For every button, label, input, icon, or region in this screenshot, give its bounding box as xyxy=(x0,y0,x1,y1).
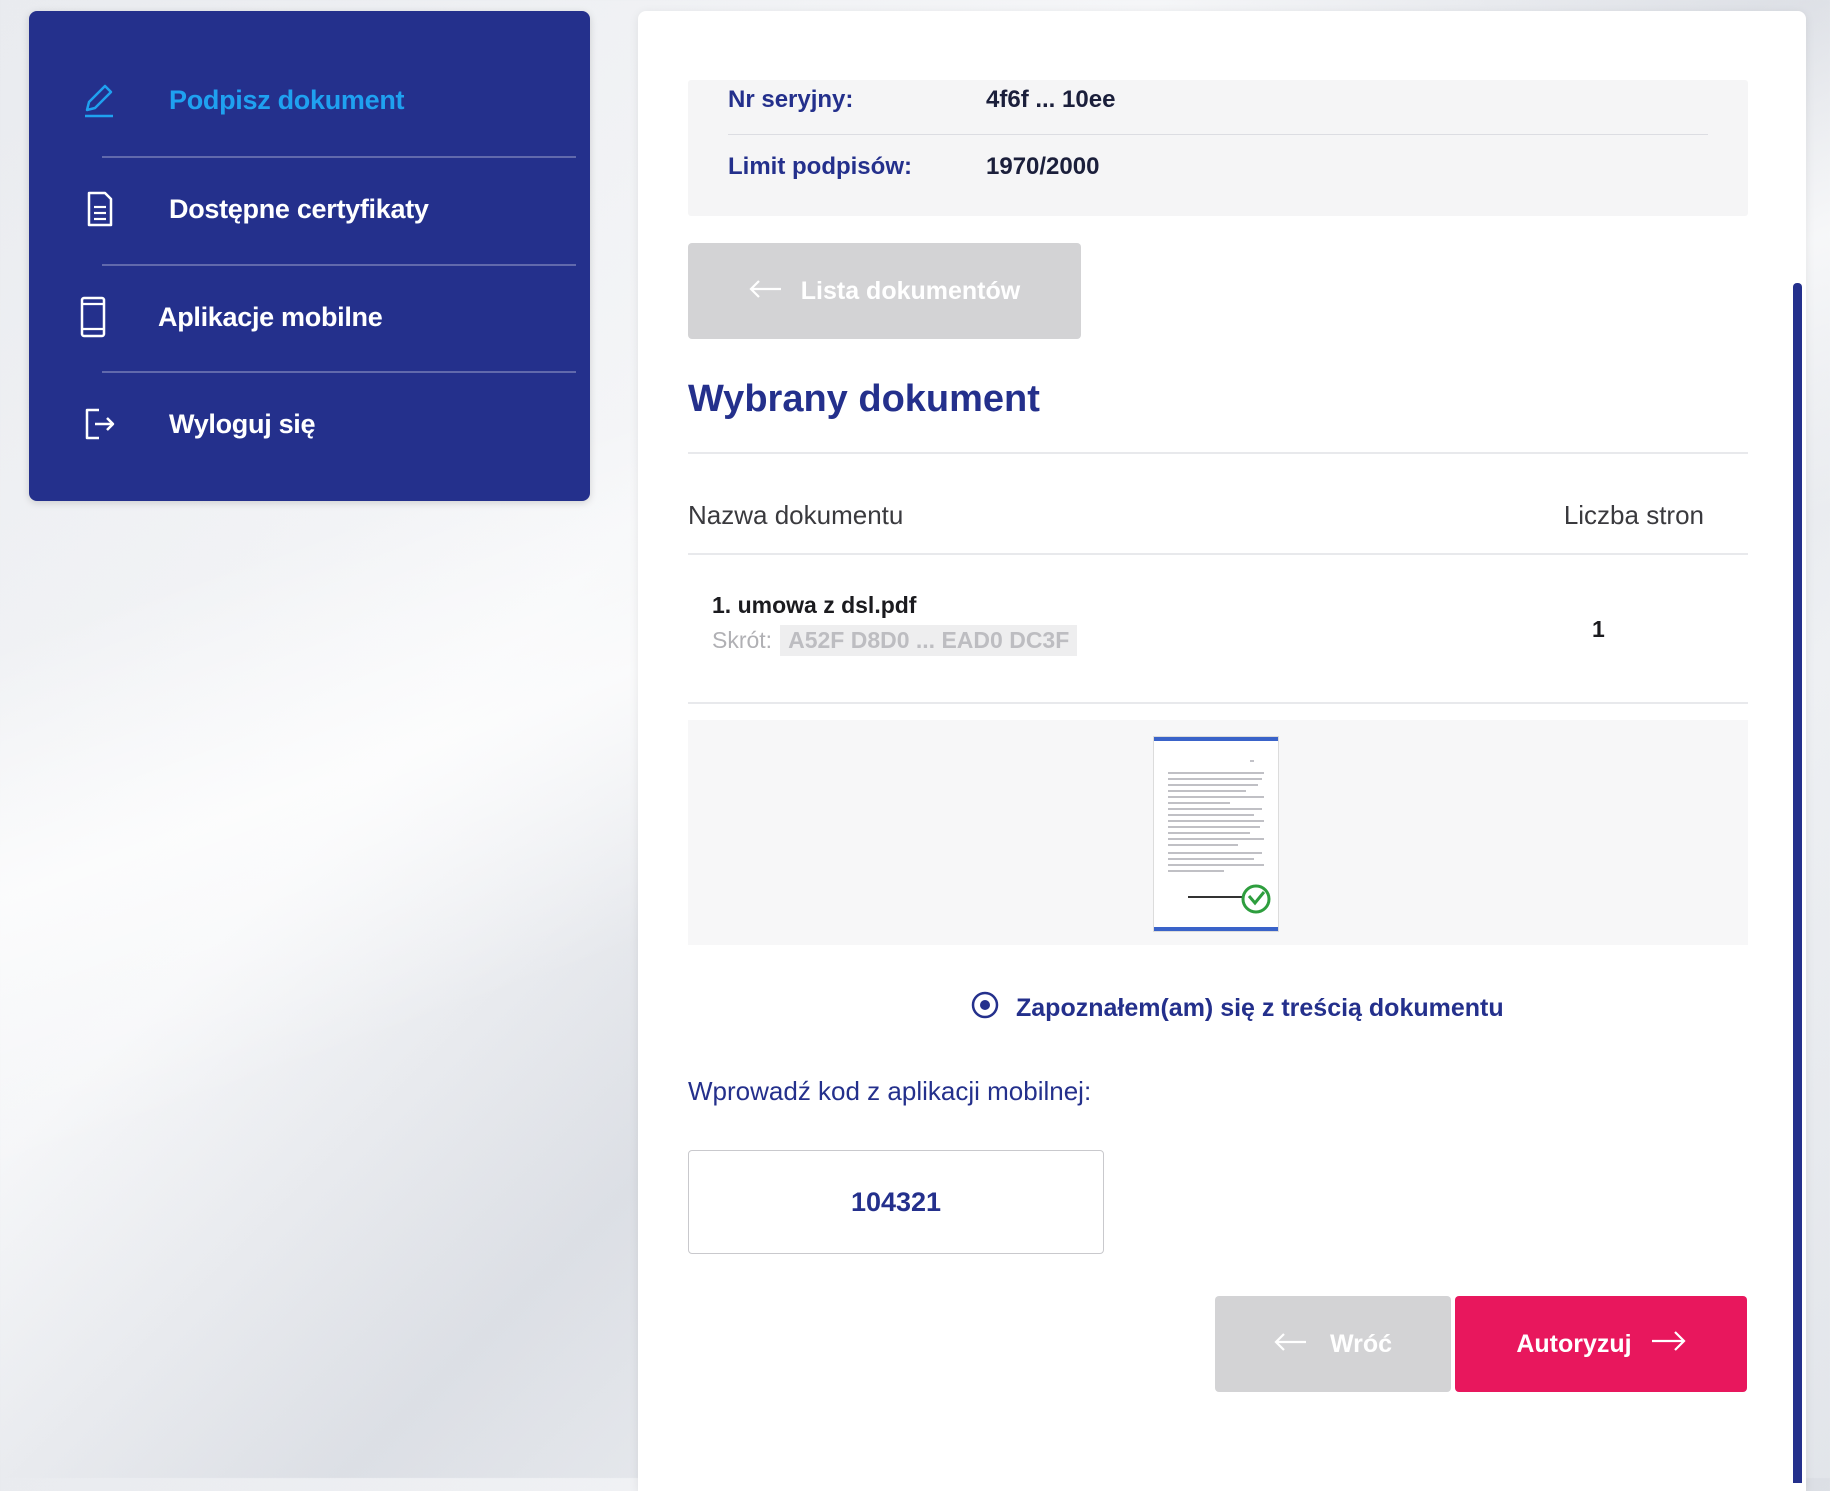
acknowledge-checkbox[interactable]: Zapoznałem(am) się z treścią dokumentu xyxy=(970,990,1504,1027)
sidebar-item-label: Wyloguj się xyxy=(169,408,316,439)
authorize-button[interactable]: Autoryzuj xyxy=(1455,1296,1747,1392)
column-header-pages: Liczba stron xyxy=(1563,500,1704,530)
sidebar-item-certificates[interactable]: Dostępne certyfikaty xyxy=(74,156,576,262)
signed-check-icon xyxy=(1241,884,1271,914)
acknowledge-label: Zapoznałem(am) się z treścią dokumentu xyxy=(1016,994,1504,1022)
sidebar-item-label: Dostępne certyfikaty xyxy=(169,193,429,224)
serial-number-value: 4f6f ... 10ee xyxy=(986,86,1116,113)
back-button[interactable]: Wróć xyxy=(1215,1296,1451,1392)
certificate-info: Nr seryjny: 4f6f ... 10ee Limit podpisów… xyxy=(688,80,1748,216)
serial-number-row: Nr seryjny: 4f6f ... 10ee xyxy=(728,86,1115,114)
signature-limit-row: Limit podpisów: 1970/2000 xyxy=(728,153,1099,181)
sidebar: Podpisz dokument Dostępne certyfikaty Ap… xyxy=(29,11,590,501)
mobile-phone-icon xyxy=(68,295,118,339)
arrow-right-icon xyxy=(1650,1330,1686,1359)
sidebar-item-sign-document[interactable]: Podpisz dokument xyxy=(74,47,576,153)
divider xyxy=(688,702,1748,704)
table-header: Nazwa dokumentu Liczba stron xyxy=(688,500,1704,531)
document-list-button[interactable]: Lista dokumentów xyxy=(688,243,1081,339)
certificate-icon xyxy=(74,189,124,229)
hash-value: A52F D8D0 ... EAD0 DC3F xyxy=(780,625,1078,656)
sidebar-item-mobile-apps[interactable]: Aplikacje mobilne xyxy=(74,264,576,370)
sidebar-item-label: Podpisz dokument xyxy=(169,84,405,115)
sidebar-item-label: Aplikacje mobilne xyxy=(158,301,383,332)
back-label: Wróć xyxy=(1329,1329,1393,1358)
code-input[interactable] xyxy=(688,1150,1104,1254)
document-thumbnail[interactable] xyxy=(1154,737,1278,931)
scrollbar[interactable] xyxy=(1793,283,1802,1483)
arrow-left-icon xyxy=(749,277,783,306)
sidebar-item-logout[interactable]: Wyloguj się xyxy=(74,371,576,477)
document-page-count: 1 xyxy=(1592,616,1605,642)
column-header-name: Nazwa dokumentu xyxy=(688,500,904,530)
pen-icon xyxy=(74,80,124,120)
signature-limit-label: Limit podpisów: xyxy=(728,153,912,180)
serial-number-label: Nr seryjny: xyxy=(728,86,854,113)
code-label: Wprowadź kod z aplikacji mobilnej: xyxy=(688,1076,1092,1106)
divider xyxy=(728,134,1708,135)
divider xyxy=(688,452,1748,454)
document-hash: Skrót: A52F D8D0 ... EAD0 DC3F xyxy=(712,625,1712,656)
signature-limit-value: 1970/2000 xyxy=(986,153,1100,180)
table-row: 1. umowa z dsl.pdf Skrót: A52F D8D0 ... … xyxy=(712,592,1712,656)
radio-checked-icon xyxy=(970,990,1000,1027)
document-list-label: Lista dokumentów xyxy=(800,276,1021,305)
divider xyxy=(688,553,1748,555)
document-name: 1. umowa z dsl.pdf xyxy=(712,592,917,618)
hash-label: Skrót: xyxy=(712,627,773,653)
document-page-image xyxy=(1168,760,1271,914)
logout-icon xyxy=(74,404,124,444)
arrow-left-icon xyxy=(1274,1330,1308,1359)
document-preview xyxy=(688,720,1748,945)
authorize-label: Autoryzuj xyxy=(1516,1329,1632,1358)
section-title: Wybrany dokument xyxy=(688,378,1040,420)
